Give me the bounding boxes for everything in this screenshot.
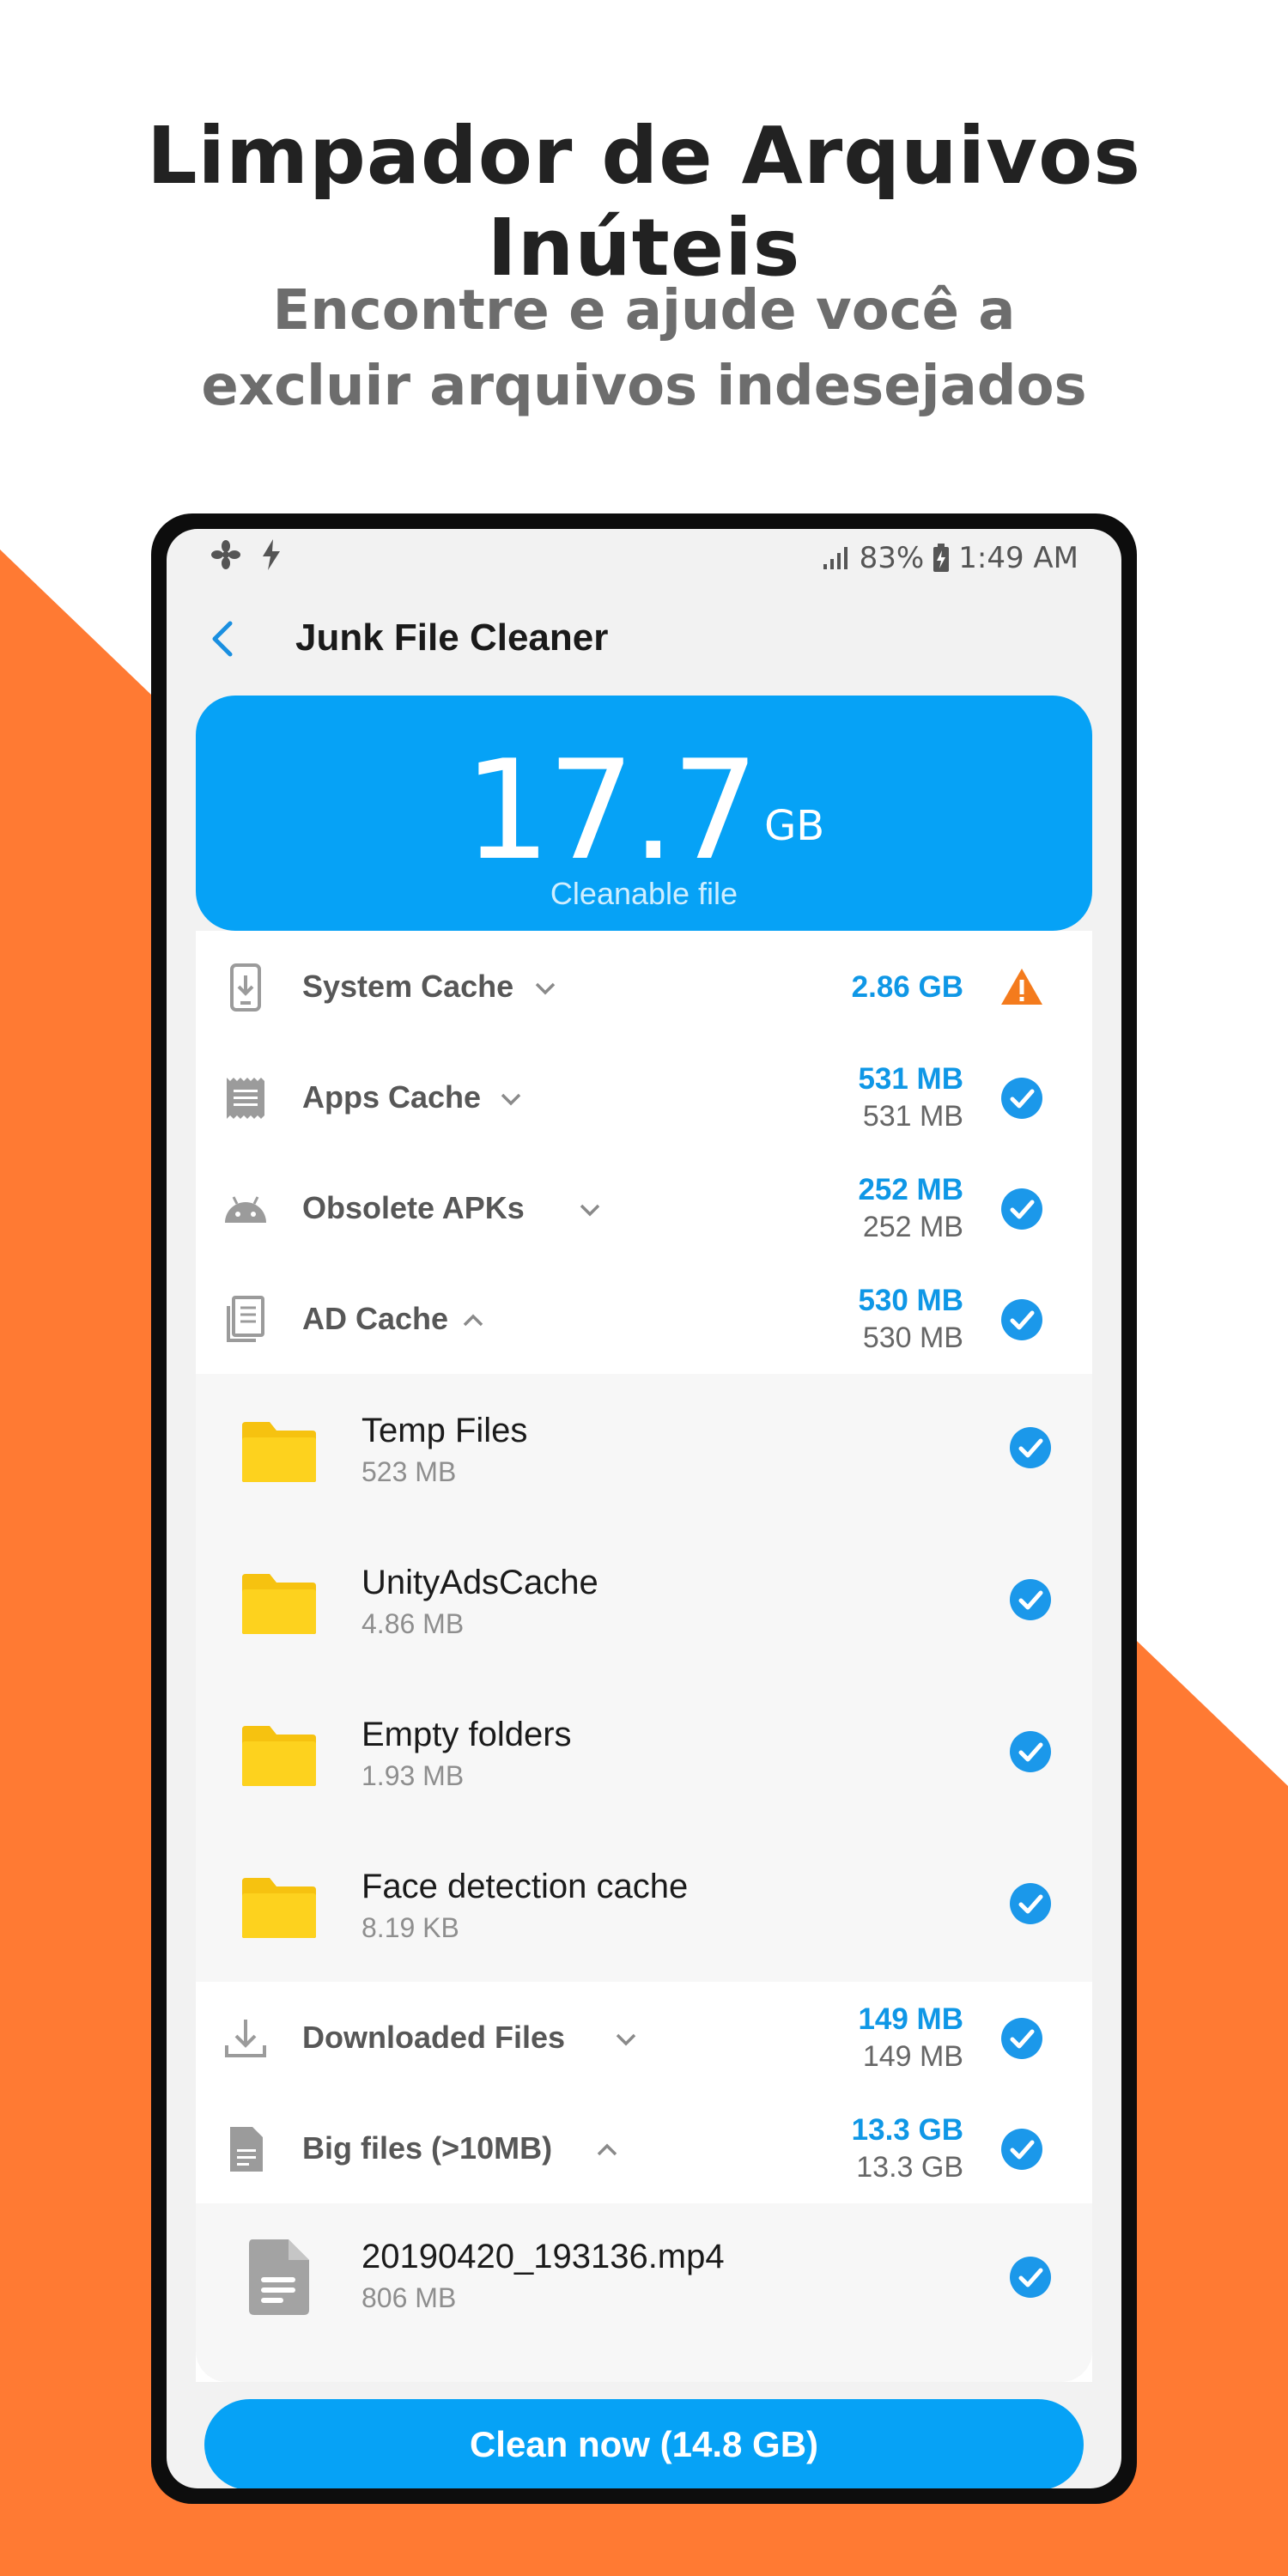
category-size-primary: 531 MB (858, 1062, 963, 1096)
cleanable-label: Cleanable file (550, 876, 738, 911)
chevron-up-icon[interactable] (594, 2137, 620, 2163)
category-size-primary: 530 MB (858, 1284, 963, 1317)
file-size: 806 MB (361, 2282, 457, 2313)
fan-icon (211, 540, 240, 569)
file-name: Temp Files (361, 1412, 528, 1449)
warning-icon[interactable] (999, 965, 1044, 1010)
folder-icon (242, 1878, 316, 1938)
category-size-primary: 2.86 GB (851, 970, 963, 1004)
category-size: 252 MB 252 MB (858, 1171, 963, 1245)
receipt-icon (227, 1078, 264, 1119)
category-size-secondary: 530 MB (862, 1321, 963, 1354)
app-bar: Junk File Cleaner (167, 596, 1121, 682)
category-name: Obsolete APKs (302, 1190, 525, 1225)
file-icon (230, 2127, 263, 2172)
document-icon (249, 2239, 309, 2315)
list-footer (196, 2351, 1092, 2382)
check-circle-icon[interactable] (999, 2127, 1044, 2172)
category-row-apps-cache[interactable]: Apps Cache 531 MB 531 MB (196, 1042, 1092, 1152)
chevron-down-icon[interactable] (577, 1197, 603, 1223)
battery-icon (933, 544, 950, 572)
category-size-secondary: 13.3 GB (856, 2151, 963, 2184)
list-item[interactable]: Temp Files 523 MB (196, 1374, 1092, 1526)
list-item[interactable]: Face detection cache 8.19 KB (196, 1830, 1092, 1982)
status-bar: 83% 1:49 AM (167, 529, 1121, 584)
folder-icon (242, 1726, 316, 1786)
file-size: 1.93 MB (361, 1760, 465, 1791)
category-row-system-cache[interactable]: System Cache 2.86 GB (196, 931, 1092, 1042)
phone-download-icon (230, 963, 261, 1012)
category-name: Downloaded Files (302, 2020, 566, 2055)
category-size-secondary: 252 MB (862, 1211, 963, 1243)
file-name: Face detection cache (361, 1868, 689, 1905)
download-icon (225, 2020, 266, 2057)
category-size: 2.86 GB (852, 969, 963, 1006)
list-item[interactable]: Empty folders 1.93 MB (196, 1678, 1092, 1830)
file-size: 8.19 KB (361, 1912, 459, 1943)
category-size-secondary: 149 MB (862, 2040, 963, 2073)
file-name: UnityAdsCache (361, 1564, 598, 1601)
list-item[interactable]: UnityAdsCache 4.86 MB (196, 1526, 1092, 1678)
category-name: Apps Cache (302, 1079, 482, 1115)
check-circle-icon[interactable] (999, 1076, 1044, 1121)
status-time: 1:49 AM (958, 541, 1078, 575)
cleanable-size-value: 17.7 (463, 730, 759, 890)
chevron-down-icon[interactable] (532, 975, 558, 1001)
chevron-down-icon[interactable] (498, 1086, 524, 1112)
category-size-primary: 13.3 GB (851, 2113, 963, 2147)
file-size: 4.86 MB (361, 1608, 465, 1639)
app-title: Junk File Cleaner (295, 617, 609, 659)
category-name: System Cache (302, 969, 514, 1004)
category-name: AD Cache (302, 1301, 449, 1336)
check-circle-icon[interactable] (1008, 1881, 1053, 1926)
promo-subtitle-line1: Encontre e ajude você a (272, 279, 1016, 343)
folder-icon (242, 1574, 316, 1634)
category-row-ad-cache[interactable]: AD Cache 530 MB 530 MB (196, 1263, 1092, 1374)
check-circle-icon[interactable] (1008, 2255, 1053, 2300)
file-size: 523 MB (361, 1456, 457, 1487)
chevron-down-icon[interactable] (613, 2026, 639, 2052)
cleanable-summary-card: 17.7 GB Cleanable file (196, 696, 1092, 931)
promo-subtitle-line2: excluir arquivos indesejados (201, 355, 1087, 418)
promo-title: Limpador de Arquivos Inúteis (146, 110, 1142, 294)
category-size: 149 MB 149 MB (858, 2001, 963, 2075)
folder-icon (242, 1422, 316, 1482)
category-size: 530 MB 530 MB (858, 1282, 963, 1356)
document-stack-icon (227, 1296, 264, 1342)
check-circle-icon[interactable] (999, 1187, 1044, 1231)
file-name: Empty folders (361, 1716, 572, 1753)
android-icon (225, 1196, 266, 1223)
list-item[interactable]: 20190420_193136.mp4 806 MB (196, 2203, 1092, 2351)
check-circle-icon[interactable] (1008, 1425, 1053, 1470)
check-circle-icon[interactable] (999, 1297, 1044, 1342)
signal-icon (823, 547, 848, 569)
check-circle-icon[interactable] (999, 2016, 1044, 2061)
category-size-primary: 149 MB (858, 2002, 963, 2036)
category-row-downloaded-files[interactable]: Downloaded Files 149 MB 149 MB (196, 1982, 1092, 2093)
cleanable-size-unit: GB (764, 802, 825, 850)
promo-subtitle: Encontre e ajude você a excluir arquivos… (0, 273, 1288, 424)
junk-category-list: System Cache 2.86 GB Apps Cache 531 MB 5… (196, 931, 1092, 2382)
check-circle-icon[interactable] (1008, 1577, 1053, 1622)
category-name: Big files (>10MB) (302, 2130, 553, 2166)
battery-percent: 83% (859, 541, 925, 575)
back-arrow-icon[interactable] (201, 615, 249, 663)
category-size: 13.3 GB 13.3 GB (852, 2111, 963, 2185)
file-name: 20190420_193136.mp4 (361, 2238, 725, 2275)
phone-frame: 83% 1:49 AM Junk File Cleaner 17.7 GB Cle… (151, 513, 1137, 2504)
category-size: 531 MB 531 MB (858, 1060, 963, 1134)
chevron-up-icon[interactable] (460, 1308, 486, 1334)
check-circle-icon[interactable] (1008, 1729, 1053, 1774)
category-row-big-files[interactable]: Big files (>10MB) 13.3 GB 13.3 GB (196, 2093, 1092, 2203)
category-size-primary: 252 MB (858, 1173, 963, 1206)
category-size-secondary: 531 MB (862, 1100, 963, 1133)
phone-screen: 83% 1:49 AM Junk File Cleaner 17.7 GB Cle… (167, 529, 1121, 2488)
flash-icon (263, 539, 280, 570)
category-row-obsolete-apks[interactable]: Obsolete APKs 252 MB 252 MB (196, 1152, 1092, 1263)
cleanable-size: 17.7 GB (196, 742, 1092, 879)
clean-now-button[interactable]: Clean now (14.8 GB) (204, 2399, 1084, 2488)
